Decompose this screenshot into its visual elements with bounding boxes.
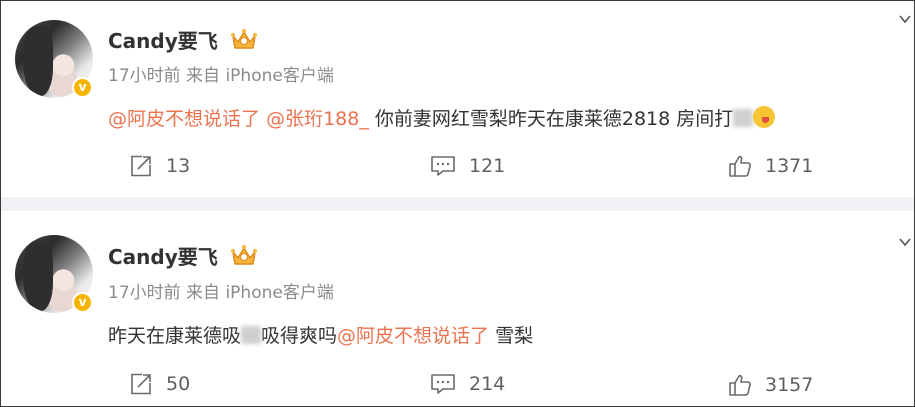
post-text: 你前妻网红雪梨昨天在康莱德2818 房间打 [374,108,734,130]
emoji-icon [753,106,776,128]
verified-badge-icon: v [72,292,93,313]
comment-count: 214 [469,373,506,395]
like-count: 1371 [765,155,814,177]
post-time[interactable]: 17小时前 [108,66,181,86]
thumbs-up-icon [729,374,751,396]
repost-button[interactable]: 50 [129,371,190,397]
vip-crown-icon [231,245,257,265]
comment-icon [431,156,455,176]
repost-count: 13 [166,155,191,177]
thumbs-up-icon [729,155,751,177]
verified-badge-icon: v [72,77,93,98]
chevron-down-icon[interactable] [899,13,911,25]
repost-icon [131,373,151,395]
vip-crown-icon [231,29,257,49]
comment-button[interactable]: 121 [430,153,505,179]
post-content: @阿皮不想说话了 @张珩188_ 你前妻网红雪梨昨天在康莱德2818 房间打 [108,105,776,133]
mention-link[interactable]: @阿皮不想说话了 [108,108,260,130]
repost-count: 50 [166,373,191,395]
repost-button[interactable]: 13 [129,153,190,179]
weibo-post: v Candy要飞 17小时前 来自 iPhone客户端 @阿皮不想说话了 @张… [1,1,914,197]
like-button[interactable]: 1371 [728,153,813,179]
repost-icon [131,155,151,177]
post-source: 来自 iPhone客户端 [186,283,334,303]
post-meta: 17小时前 来自 iPhone客户端 [108,65,334,87]
post-source: 来自 iPhone客户端 [186,66,334,86]
user-name[interactable]: Candy要飞 [108,28,218,54]
like-count: 3157 [765,374,814,396]
post-meta: 17小时前 来自 iPhone客户端 [108,282,334,304]
post-separator [1,197,914,211]
mention-link[interactable]: @张珩188_ [266,108,369,130]
post-content: 昨天在康莱德吸 吸得爽吗@阿皮不想说话了 雪梨 [108,322,533,350]
mention-link[interactable]: @阿皮不想说话了 [337,325,489,347]
comment-count: 121 [469,155,506,177]
comment-icon [431,374,455,394]
weibo-feed: v Candy要飞 17小时前 来自 iPhone客户端 @阿皮不想说话了 @张… [0,0,915,407]
post-text: 昨天在康莱德吸 [108,325,242,347]
blurred-text [241,326,262,344]
blurred-text [733,109,754,127]
post-text: 吸得爽吗 [261,325,338,347]
post-time[interactable]: 17小时前 [108,283,181,303]
weibo-post: v Candy要飞 17小时前 来自 iPhone客户端 昨天在康莱德吸 吸得爽吗… [1,211,914,406]
post-text: 雪梨 [495,325,534,347]
user-name[interactable]: Candy要飞 [108,244,218,270]
comment-button[interactable]: 214 [430,371,505,397]
chevron-down-icon[interactable] [899,236,911,248]
like-button[interactable]: 3157 [728,372,813,398]
